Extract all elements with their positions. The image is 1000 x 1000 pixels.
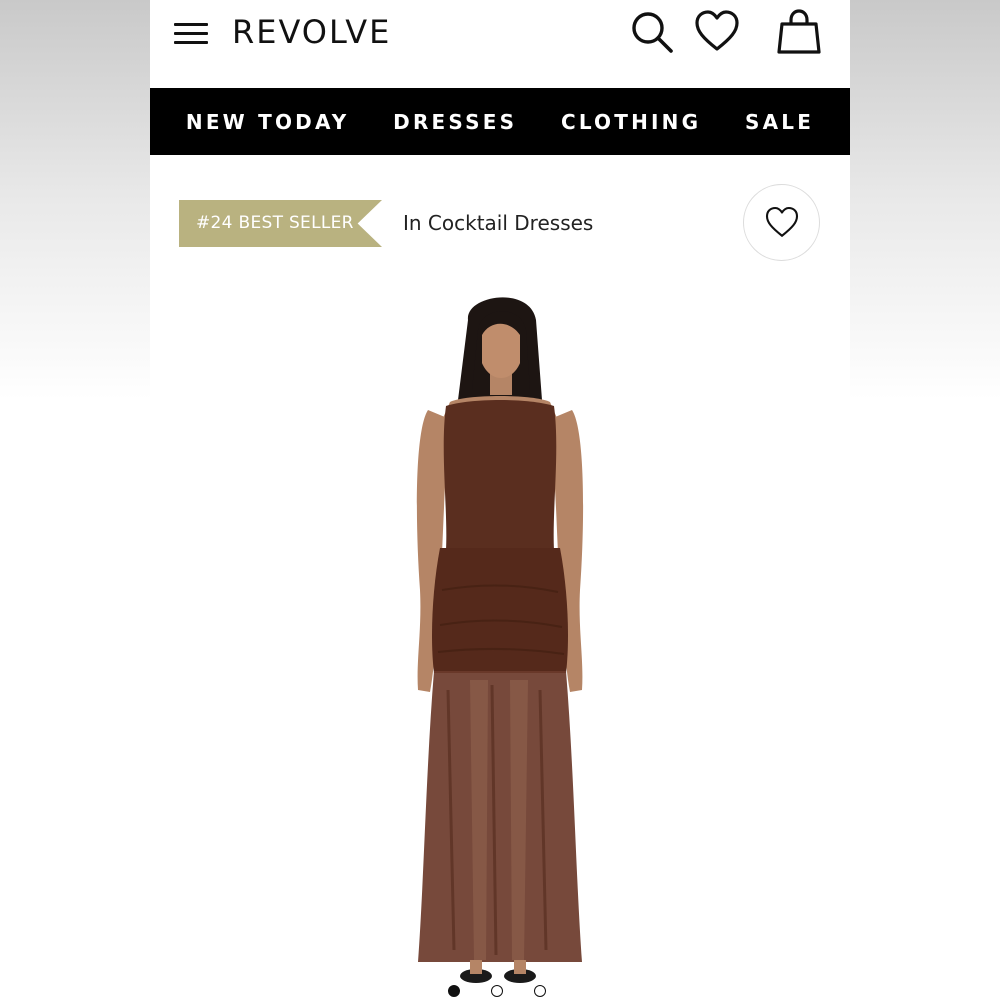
mobile-page: REVOLVE NEW TODAY DRESSES CLOTHING SALE …	[150, 0, 850, 1000]
nav-item-sale[interactable]: SALE	[745, 110, 814, 134]
logo[interactable]: REVOLVE	[232, 10, 391, 54]
nav-item-new-today[interactable]: NEW TODAY	[186, 110, 350, 134]
heart-icon[interactable]	[693, 8, 741, 56]
best-seller-badge: #24 BEST SELLER	[179, 200, 382, 247]
product-image[interactable]	[370, 290, 630, 995]
carousel-dot-2[interactable]	[491, 985, 503, 997]
background-right	[850, 0, 1000, 1000]
menu-icon[interactable]	[172, 20, 210, 48]
nav-item-clothing[interactable]: CLOTHING	[561, 110, 701, 134]
background-left	[0, 0, 150, 1000]
carousel-dot-1[interactable]	[448, 985, 460, 997]
best-seller-category: In Cocktail Dresses	[403, 211, 594, 235]
nav-item-dresses[interactable]: DRESSES	[393, 110, 517, 134]
heart-outline-icon	[765, 206, 798, 237]
wishlist-button[interactable]	[743, 184, 820, 261]
category-nav: NEW TODAY DRESSES CLOTHING SALE	[150, 88, 850, 155]
carousel-dot-3[interactable]	[534, 985, 546, 997]
image-carousel-dots	[448, 985, 558, 1000]
header: REVOLVE	[150, 0, 850, 88]
search-icon[interactable]	[628, 8, 676, 56]
shopping-bag-icon[interactable]	[775, 8, 823, 56]
